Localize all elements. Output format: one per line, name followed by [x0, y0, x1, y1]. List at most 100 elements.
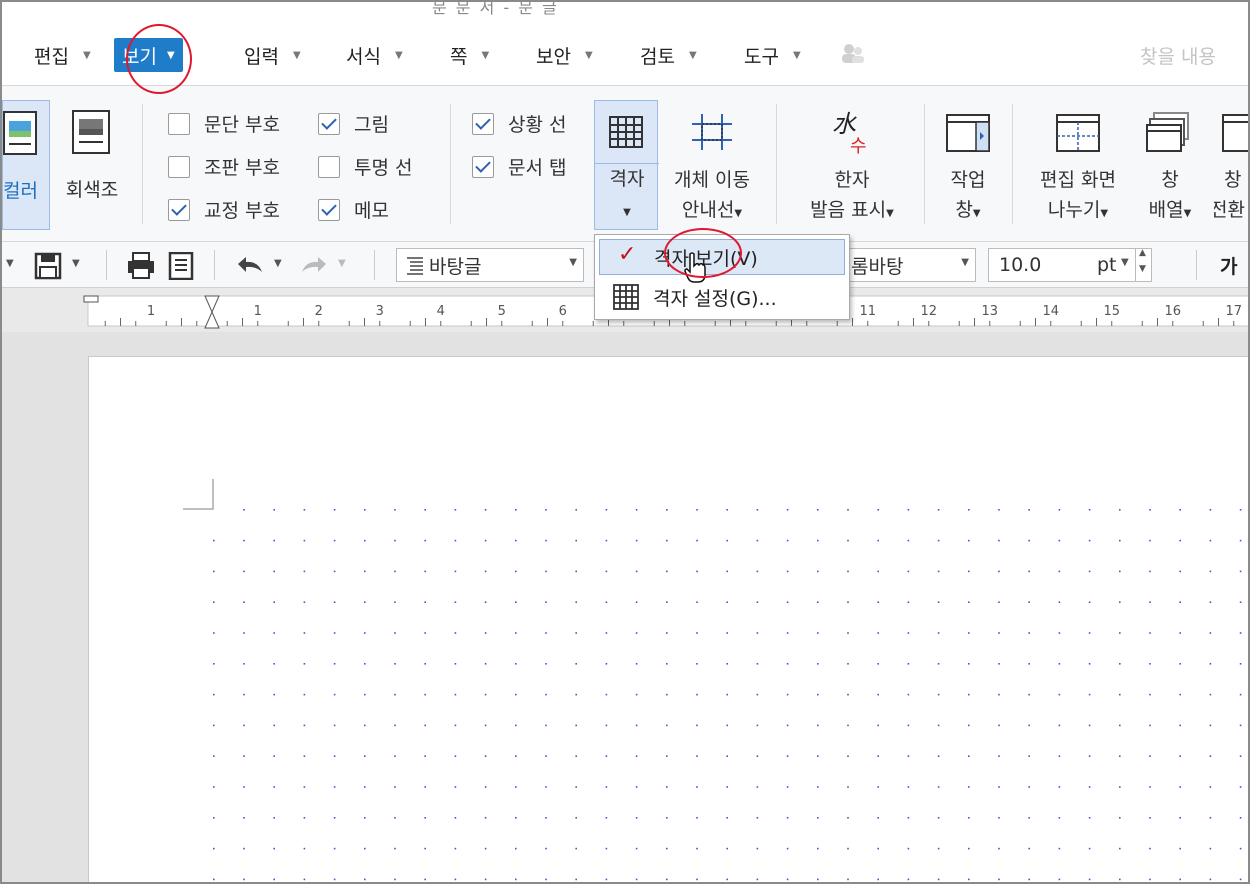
grid-dot: [213, 601, 215, 603]
grid-dot: [726, 878, 728, 881]
grid-dot: [1179, 570, 1181, 573]
grid-dot: [484, 817, 487, 819]
undo-icon[interactable]: [234, 254, 266, 276]
grid-dot: [303, 878, 306, 881]
menu-review[interactable]: 검토 ▼: [632, 38, 705, 72]
check-control-marks[interactable]: 조판 부호: [168, 153, 280, 180]
grid-dot: [364, 663, 366, 665]
grid-dot: [666, 632, 668, 634]
grayscale-button[interactable]: 회색조: [56, 100, 128, 230]
chevron-down-icon[interactable]: ▼: [1139, 264, 1146, 274]
menu-tools[interactable]: 도구 ▼: [736, 38, 809, 72]
document-page[interactable]: [88, 356, 1248, 882]
task-label-2: 창▼: [932, 196, 1004, 228]
grid-dot: [726, 817, 728, 819]
grid-dot: [364, 539, 366, 542]
check-document-tab[interactable]: 문서 탭: [472, 153, 566, 180]
grid-dot: [786, 724, 789, 727]
grid-button[interactable]: 격자 ▼: [594, 100, 659, 230]
check-memo[interactable]: 메모: [318, 196, 389, 223]
window-arrange-button[interactable]: 창 배열▼: [1138, 100, 1202, 230]
arrange-label-1: 창: [1161, 169, 1179, 191]
grid-dot: [454, 509, 457, 511]
window-switch-button[interactable]: 창 전환: [1214, 100, 1248, 230]
save-icon[interactable]: [34, 252, 62, 280]
check-picture[interactable]: 그림: [318, 110, 389, 137]
grid-settings-label: 격자 설정(G)...: [653, 287, 777, 310]
grid-dot: [333, 724, 336, 727]
grid-dot: [454, 724, 457, 727]
checkbox[interactable]: [472, 155, 494, 178]
split-screen-icon: [1056, 114, 1100, 152]
grid-dot: [786, 663, 789, 665]
checkbox[interactable]: [168, 198, 190, 221]
collaboration-icon[interactable]: [840, 42, 866, 64]
grid-dot: [1239, 724, 1242, 727]
ruler-number: 11: [859, 304, 876, 319]
grid-dot: [847, 570, 849, 573]
chevron-down-icon[interactable]: ▼: [72, 258, 80, 269]
font-size-input[interactable]: 10.0 pt ▼ ▲ ▼: [988, 248, 1152, 282]
menu-format[interactable]: 서식 ▼: [338, 38, 411, 72]
grid-dot: [847, 724, 849, 727]
checkbox[interactable]: [472, 112, 494, 135]
redo-icon[interactable]: [298, 254, 330, 276]
bold-button[interactable]: 가: [1220, 252, 1237, 279]
checkbox[interactable]: [318, 112, 340, 135]
grid-dot: [1028, 693, 1030, 696]
check-label: 교정 부호: [204, 200, 280, 222]
grayscale-page-icon: [72, 110, 110, 154]
grid-dot: [666, 693, 668, 696]
checkbox[interactable]: [318, 155, 340, 178]
menu-insert[interactable]: 입력 ▼: [236, 38, 309, 72]
checkbox[interactable]: [168, 155, 190, 178]
print-preview-icon[interactable]: [168, 252, 194, 280]
chevron-down-icon: ▼: [1100, 208, 1109, 219]
grid-dot: [635, 693, 638, 696]
grid-label: 격자: [609, 168, 645, 190]
grid-dot: [937, 817, 940, 819]
grid-dot: [877, 693, 879, 696]
find-input[interactable]: 찾을 내용: [1130, 38, 1240, 72]
hanja-pronunciation-button[interactable]: 水 수 한자 발음 표시▼: [796, 100, 908, 230]
checkbox[interactable]: [318, 198, 340, 221]
grid-dot: [484, 539, 487, 542]
chevron-down-icon[interactable]: ▼: [6, 258, 14, 269]
menu-page[interactable]: 쪽 ▼: [442, 38, 497, 72]
checkbox[interactable]: [168, 112, 190, 135]
print-icon[interactable]: [126, 252, 156, 280]
chevron-up-icon[interactable]: ▲: [1139, 248, 1146, 258]
grid-dot: [273, 724, 275, 727]
grid-dot: [817, 693, 819, 696]
chevron-down-icon[interactable]: ▼: [274, 258, 282, 269]
grid-dot: [968, 724, 970, 727]
task-pane-button[interactable]: 작업 창▼: [932, 100, 1004, 230]
split-screen-button[interactable]: 편집 화면 나누기▼: [1026, 100, 1130, 230]
guide-label-1: 개체 이동: [674, 169, 750, 191]
grid-dot: [545, 663, 547, 665]
ruler-number: 17: [1225, 304, 1242, 319]
chevron-down-icon[interactable]: ▼: [1121, 257, 1129, 268]
color-mode-button[interactable]: 컬러: [2, 100, 50, 230]
font-select[interactable]: 롬바탕 ▼: [842, 248, 976, 282]
move-guide-button[interactable]: 개체 이동 안내선▼: [664, 100, 760, 230]
check-proof-marks[interactable]: 교정 부호: [168, 196, 280, 223]
check-paragraph-marks[interactable]: 문단 부호: [168, 110, 280, 137]
divider: [924, 104, 925, 224]
check-transparent-line[interactable]: 투명 선: [318, 153, 412, 180]
menu-security[interactable]: 보안 ▼: [528, 38, 601, 72]
menu-edit[interactable]: 편집 ▼: [26, 38, 99, 72]
check-status-line[interactable]: 상황 선: [472, 110, 566, 137]
grid-dot: [786, 755, 789, 757]
grid-dot: [1179, 693, 1181, 696]
grid-dot: [1239, 817, 1242, 819]
chevron-down-icon: ▼: [688, 49, 697, 61]
menu-item-grid-settings[interactable]: 격자 설정(G)...: [599, 279, 845, 315]
style-select[interactable]: 바탕글 ▼: [396, 248, 584, 282]
grid-dot: [1149, 509, 1151, 511]
grid-dot: [666, 724, 668, 727]
split-label-2-text: 나누기: [1047, 199, 1101, 221]
ruler-number: 15: [1103, 304, 1120, 319]
size-spinner[interactable]: ▲ ▼: [1135, 248, 1152, 281]
grid-dot: [756, 786, 759, 788]
